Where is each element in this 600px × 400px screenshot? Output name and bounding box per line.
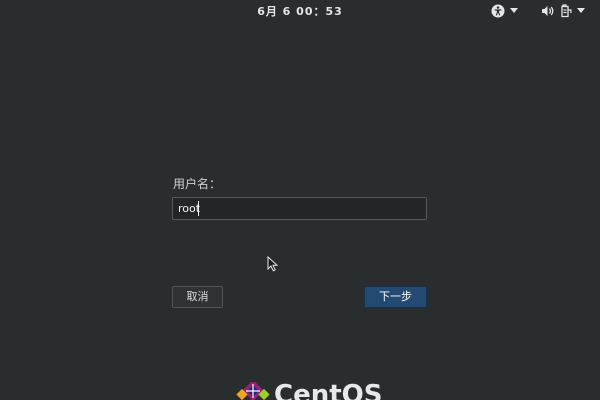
centos-logo: CentOS xyxy=(236,380,382,400)
mouse-cursor-icon xyxy=(267,256,278,272)
power-icon xyxy=(561,4,572,18)
accessibility-menu[interactable] xyxy=(491,3,518,19)
next-button[interactable]: 下一步 xyxy=(364,286,427,308)
volume-icon xyxy=(542,6,554,16)
username-label: 用户名： xyxy=(173,177,222,191)
logo-wordmark: CentOS xyxy=(274,380,383,400)
cancel-button[interactable]: 取消 xyxy=(172,286,223,308)
chevron-down-icon xyxy=(510,8,518,13)
chevron-down-icon xyxy=(577,8,585,13)
accessibility-icon xyxy=(491,4,505,18)
centos-logo-icon xyxy=(236,382,270,400)
top-bar: 6月 6 00：53 xyxy=(0,0,600,22)
username-input[interactable] xyxy=(172,197,427,220)
system-menu[interactable] xyxy=(541,3,585,19)
text-caret xyxy=(198,201,199,216)
